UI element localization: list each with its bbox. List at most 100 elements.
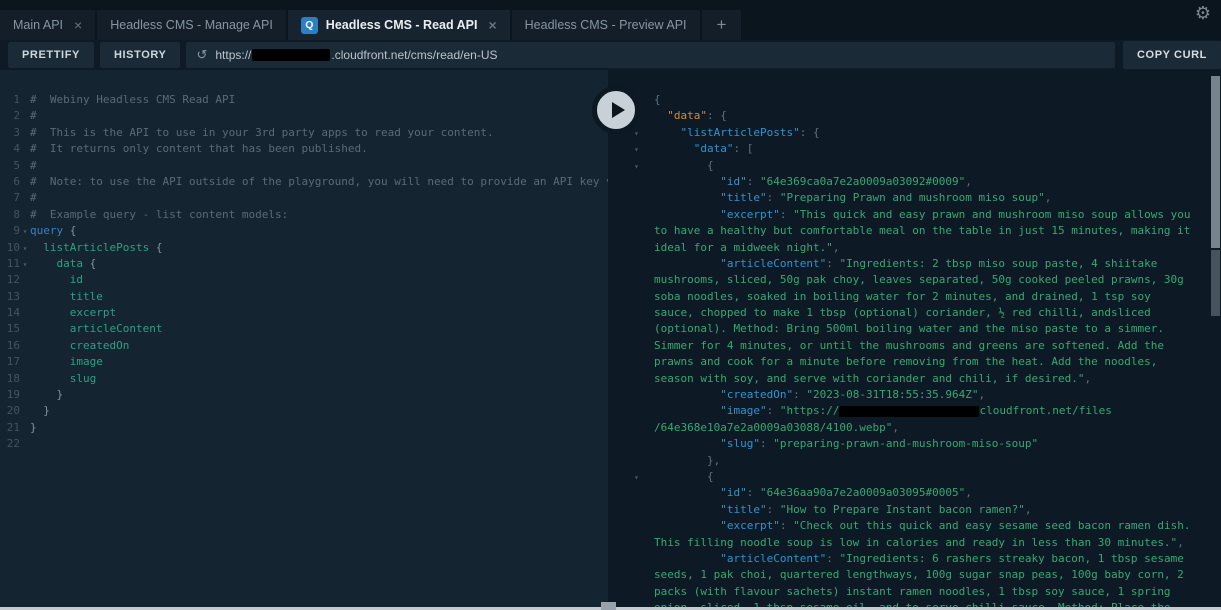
editor-line[interactable]: 21} xyxy=(0,420,608,436)
redacted-text xyxy=(252,49,330,61)
code-token: # Note: to use the API outside of the pl… xyxy=(30,175,608,188)
code-token: { xyxy=(156,241,163,254)
code-token: { xyxy=(813,126,820,139)
code-token: to have a healthy but comfortable meal o… xyxy=(654,224,1190,237)
code-token: seeds, 1 pak choi, quartered lengthways,… xyxy=(654,568,1184,581)
result-line: sauce, chopped to make 1 tbsp (optional)… xyxy=(634,305,1221,321)
code-token xyxy=(654,191,720,204)
new-tab-button[interactable]: + xyxy=(702,10,742,40)
code-token: "createdOn" xyxy=(720,388,793,401)
code-token: createdOn xyxy=(70,339,130,352)
code-token xyxy=(654,503,720,516)
code-token: season with soy, and serve with coriande… xyxy=(654,372,1084,385)
code-token xyxy=(654,552,720,565)
editor-line[interactable]: 7# xyxy=(0,190,608,206)
code-token: , xyxy=(1025,503,1032,516)
editor-line[interactable]: 19 } xyxy=(0,387,608,403)
editor-line[interactable]: 16 createdOn xyxy=(0,338,608,354)
line-number: 21 xyxy=(6,420,20,436)
tab-headless-cms-manage-api[interactable]: Headless CMS - Manage API xyxy=(97,10,286,40)
code-token: # Example query - list content models: xyxy=(30,208,288,221)
editor-line[interactable]: 18 slug xyxy=(0,371,608,387)
editor-line[interactable]: 8# Example query - list content models: xyxy=(0,207,608,223)
tab-main-api[interactable]: Main API× xyxy=(0,10,95,40)
editor-line[interactable]: 17 image xyxy=(0,354,608,370)
editor-line[interactable]: 9▾query { xyxy=(0,223,608,239)
prettify-button[interactable]: PRETTIFY xyxy=(8,42,94,68)
fold-arrow-icon[interactable]: ▾ xyxy=(634,470,654,486)
code-token xyxy=(654,159,707,172)
tab-close-icon[interactable]: × xyxy=(488,18,496,32)
code-token: , xyxy=(965,486,972,499)
history-button[interactable]: HISTORY xyxy=(100,42,181,68)
tab-headless-cms-preview-api[interactable]: Headless CMS - Preview API xyxy=(512,10,700,40)
code-token: slug xyxy=(70,372,97,385)
line-number: 1 xyxy=(6,92,20,108)
execute-query-button[interactable] xyxy=(592,86,640,134)
code-token: "64e36aa90a7e2a0009a03095#0005" xyxy=(760,486,965,499)
editor-line[interactable]: 20 } xyxy=(0,403,608,419)
line-number: 12 xyxy=(6,272,20,288)
code-token xyxy=(30,257,57,270)
result-line: prawns and cook for a minute before remo… xyxy=(634,354,1221,370)
tab-label: Headless CMS - Read API xyxy=(326,18,478,32)
code-token: : xyxy=(826,257,839,270)
line-number: 22 xyxy=(6,436,20,452)
editor-line[interactable]: 5# xyxy=(0,158,608,174)
editor-line[interactable]: 2# xyxy=(0,108,608,124)
code-token: "Preparing Prawn and mushroom miso soup" xyxy=(780,191,1045,204)
result-line: "slug": "preparing-prawn-and-mushroom-mi… xyxy=(634,436,1221,452)
settings-gear-icon[interactable]: ⚙ xyxy=(1195,4,1211,22)
editor-line[interactable]: 4# It returns only content that has been… xyxy=(0,141,608,157)
editor-line[interactable]: 10▾ listArticlePosts { xyxy=(0,240,608,256)
code-token: Simmer for 4 minutes, or until the mushr… xyxy=(654,339,1164,352)
code-token: "Ingredients: 2 tbsp miso soup paste, 4 … xyxy=(839,257,1157,270)
fold-arrow-icon[interactable]: ▾ xyxy=(634,126,654,142)
result-line: packs (with flavour sachets) instant ram… xyxy=(634,584,1221,600)
copy-curl-button[interactable]: COPY CURL xyxy=(1123,41,1221,69)
tab-label: Headless CMS - Preview API xyxy=(525,18,687,32)
result-line: This filling noodle soup is low in calor… xyxy=(634,535,1221,551)
editor-line[interactable]: 13 title xyxy=(0,289,608,305)
fold-arrow-icon[interactable]: ▾ xyxy=(634,142,654,158)
code-token xyxy=(654,470,707,483)
line-number: 19 xyxy=(6,387,20,403)
editor-line[interactable]: 1# Webiny Headless CMS Read API xyxy=(0,92,608,108)
result-line: "title": "How to Prepare Instant bacon r… xyxy=(634,502,1221,518)
line-number: 2 xyxy=(6,108,20,124)
fold-arrow-icon[interactable]: ▾ xyxy=(20,224,30,240)
code-token: "preparing-prawn-and-mushroom-miso-soup" xyxy=(773,437,1038,450)
line-number: 15 xyxy=(6,321,20,337)
editor-line[interactable]: 11▾ data { xyxy=(0,256,608,272)
line-number: 10 xyxy=(6,240,20,256)
code-token: { xyxy=(707,159,714,172)
editor-line[interactable]: 6# Note: to use the API outside of the p… xyxy=(0,174,608,190)
endpoint-url-input[interactable]: ↺ https:// .cloudfront.net/cms/read/en-U… xyxy=(186,42,1115,68)
result-vertical-scrollbar-thumb[interactable] xyxy=(1211,76,1220,248)
editor-line[interactable]: 15 articleContent xyxy=(0,321,608,337)
editor-line[interactable]: 22 xyxy=(0,436,608,452)
horizontal-scrollbar-thumb[interactable] xyxy=(601,602,616,610)
result-vertical-scrollbar-track[interactable] xyxy=(1211,250,1220,316)
line-number: 17 xyxy=(6,354,20,370)
fold-arrow-icon[interactable]: ▾ xyxy=(20,257,30,273)
tab-headless-cms-read-api[interactable]: QHeadless CMS - Read API× xyxy=(288,10,510,40)
editor-line[interactable]: 14 excerpt xyxy=(0,305,608,321)
code-token: , xyxy=(1084,372,1091,385)
code-token: , xyxy=(1045,191,1052,204)
code-token: "id" xyxy=(720,486,747,499)
fold-arrow-icon[interactable]: ▾ xyxy=(20,241,30,257)
code-token xyxy=(30,339,70,352)
query-editor-pane[interactable]: 1# Webiny Headless CMS Read API2#3# This… xyxy=(0,70,608,610)
code-token: : xyxy=(780,519,793,532)
query-editor-code[interactable]: 1# Webiny Headless CMS Read API2#3# This… xyxy=(0,70,608,453)
line-number: 5 xyxy=(6,158,20,174)
tab-close-icon[interactable]: × xyxy=(74,18,82,32)
reload-icon[interactable]: ↺ xyxy=(196,47,207,63)
result-line: "id": "64e369ca0a7e2a0009a03092#0009", xyxy=(634,174,1221,190)
editor-line[interactable]: 3# This is the API to use in your 3rd pa… xyxy=(0,125,608,141)
editor-line[interactable]: 12 id xyxy=(0,272,608,288)
fold-arrow-icon[interactable]: ▾ xyxy=(634,159,654,175)
code-token: excerpt xyxy=(70,306,116,319)
line-number: 18 xyxy=(6,371,20,387)
